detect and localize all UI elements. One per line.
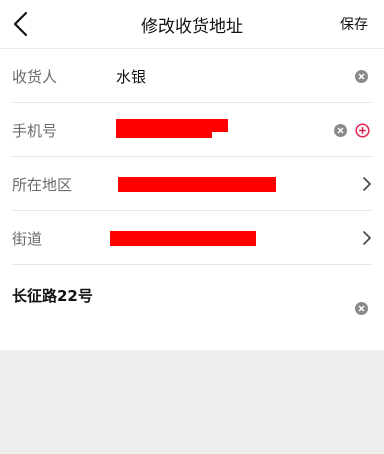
page-title: 修改收货地址 — [141, 17, 243, 37]
recipient-input[interactable]: 水银 — [116, 66, 146, 87]
clear-recipient-icon[interactable] — [355, 70, 368, 83]
save-button[interactable]: 保存 — [340, 14, 368, 34]
recipient-label: 收货人 — [12, 68, 58, 86]
top-nav-bar: 修改收货地址 保存 — [0, 0, 384, 49]
street-label: 街道 — [12, 230, 43, 248]
clear-phone-icon[interactable] — [334, 124, 347, 137]
region-label: 所在地区 — [12, 176, 73, 194]
address-form: 收货人 水银 手机号 所在地区 街道 长征路22号 — [0, 49, 384, 350]
contact-add-icon[interactable] — [355, 123, 370, 138]
redaction-block — [110, 231, 256, 246]
street-row[interactable]: 街道 — [0, 211, 384, 265]
region-row[interactable]: 所在地区 — [0, 157, 384, 211]
recipient-row: 收货人 水银 — [0, 49, 384, 103]
phone-row: 手机号 — [0, 103, 384, 157]
divider — [12, 264, 372, 265]
chevron-right-icon — [363, 177, 371, 191]
detail-address-input[interactable]: 长征路22号 — [12, 285, 93, 306]
phone-label: 手机号 — [12, 122, 58, 140]
redaction-block — [116, 131, 212, 138]
redaction-block — [118, 177, 276, 192]
chevron-right-icon — [363, 231, 371, 245]
clear-detail-icon[interactable] — [355, 302, 368, 315]
